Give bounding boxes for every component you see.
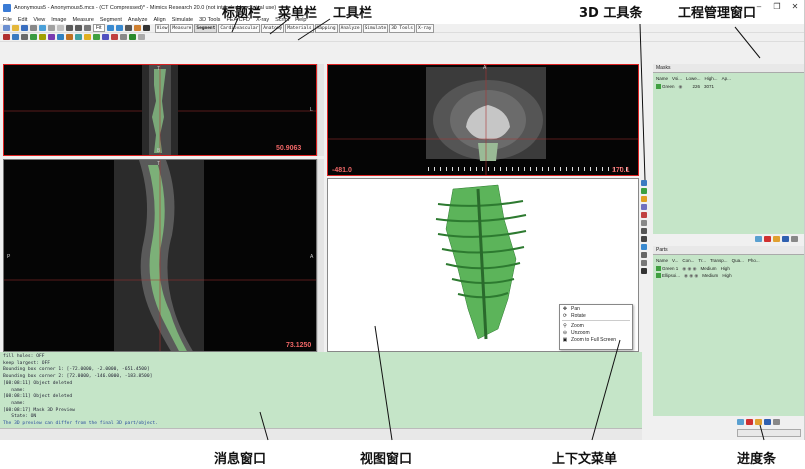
annotation-menu-bar: 菜单栏 (278, 6, 318, 21)
annotation-progress-bar: 进度条 (737, 452, 777, 467)
callout-lines (231, 17, 765, 441)
annotation-message-window: 消息窗口 (214, 452, 267, 467)
annotation-context-menu: 上下文菜单 (552, 452, 618, 467)
annotation-project-window: 工程管理窗口 (678, 6, 757, 21)
annotation-title-bar: 标题栏 (222, 6, 262, 21)
annotation-toolbar-3d: 3D 工具条 (579, 6, 643, 21)
annotation-toolbar: 工具栏 (333, 6, 373, 21)
annotation-view-window: 视图窗口 (360, 452, 413, 467)
